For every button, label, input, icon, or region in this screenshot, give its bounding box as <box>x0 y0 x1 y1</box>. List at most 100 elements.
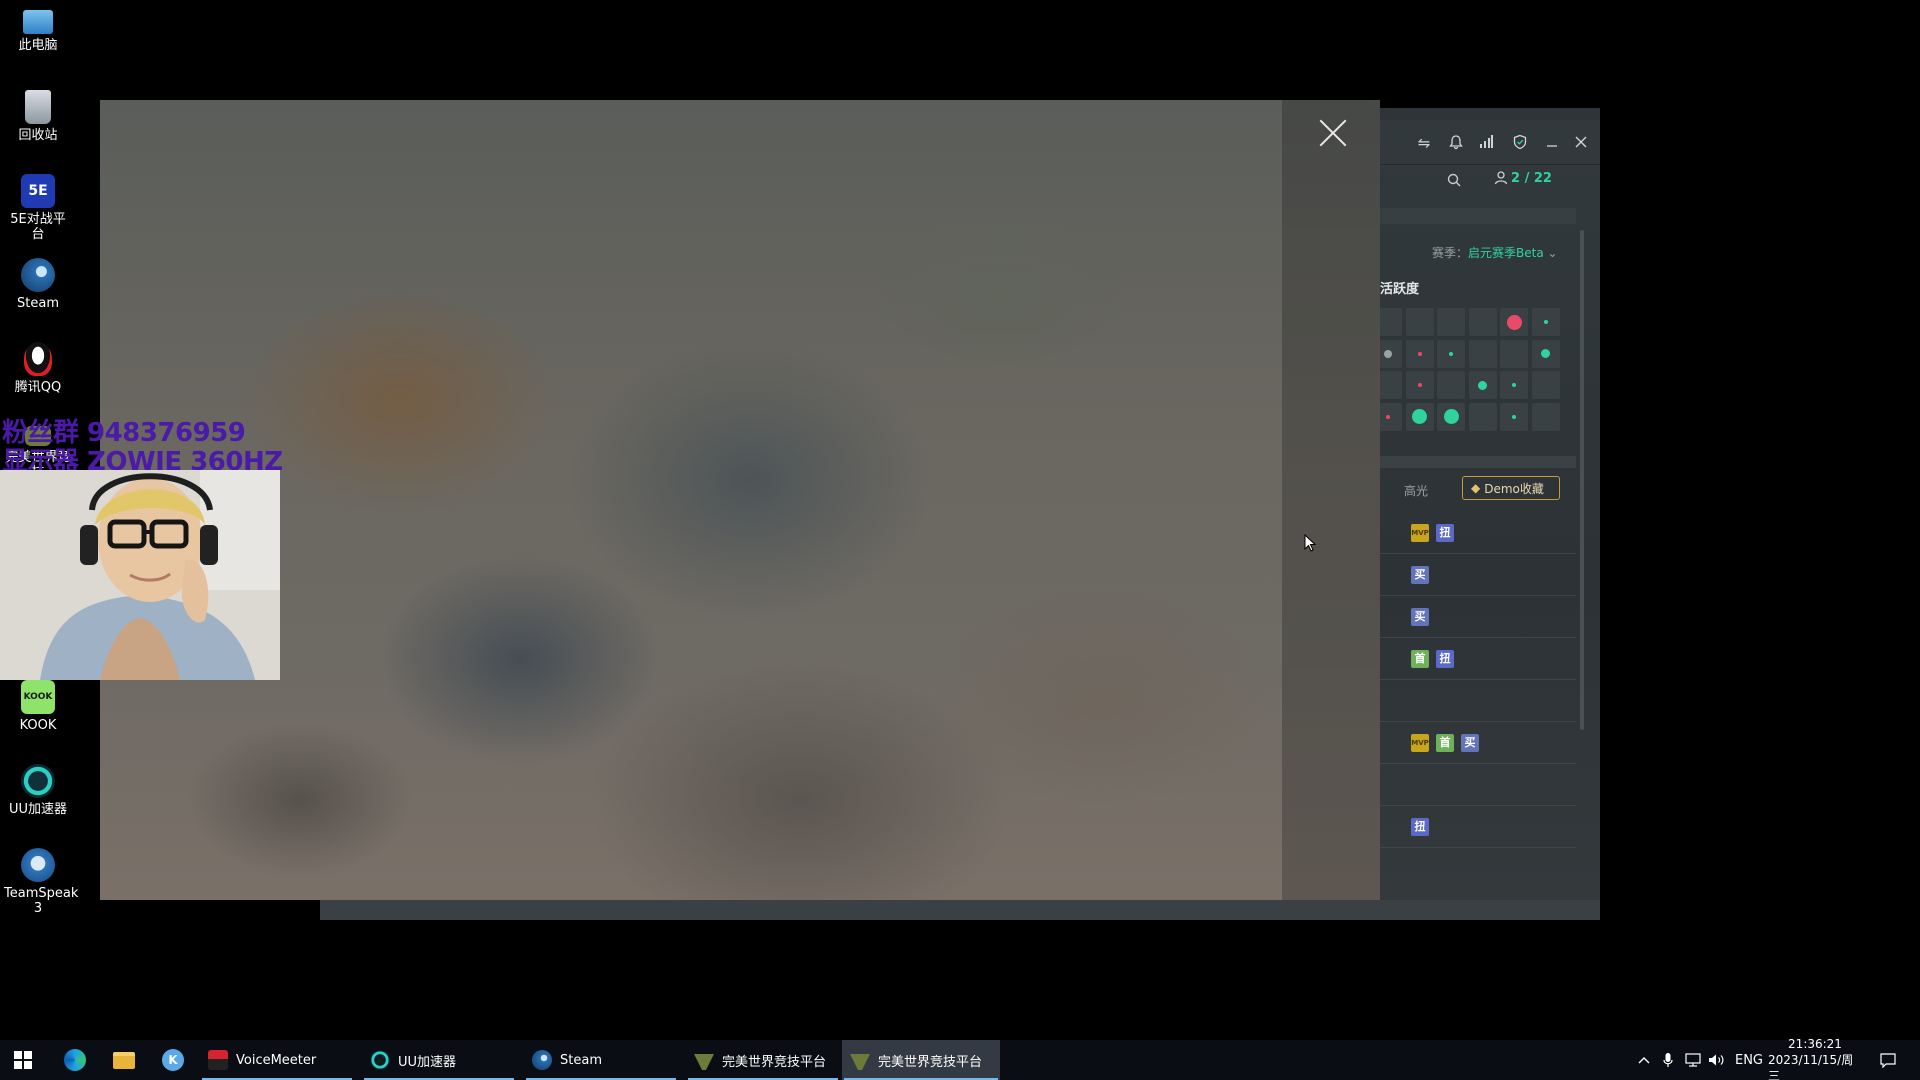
shield-check-icon[interactable] <box>1511 134 1529 152</box>
taskbar-app-label: UU加速器 <box>398 1054 457 1070</box>
match-badge-green: 首 <box>1436 734 1454 752</box>
recycle-bin-icon <box>25 90 51 124</box>
match-row[interactable]: 首扭 <box>1380 639 1576 679</box>
heatmap-cell[interactable] <box>1468 339 1497 368</box>
match-badge-slate: 买 <box>1411 608 1429 626</box>
match-row-divider <box>1380 679 1576 680</box>
heatmap-dot <box>1412 409 1427 424</box>
heatmap-dot <box>1384 349 1392 358</box>
scrollbar[interactable] <box>1580 230 1584 730</box>
kook-taskbar-button[interactable]: K <box>160 1040 186 1080</box>
user-icon <box>1494 171 1508 185</box>
tray-overflow-chevron-up-icon[interactable] <box>1634 1040 1654 1080</box>
match-row-divider <box>1380 805 1576 806</box>
blurred-video-preview <box>100 100 1380 900</box>
heatmap-cell[interactable] <box>1531 339 1560 368</box>
heatmap-cell[interactable] <box>1500 339 1528 368</box>
desktop-icon-label: UU加速器 <box>8 802 68 817</box>
match-row[interactable]: MVP 首买 <box>1380 723 1576 763</box>
heatmap-cell[interactable] <box>1405 402 1434 431</box>
heatmap-dot <box>1512 383 1516 387</box>
heatmap-cell[interactable] <box>1405 371 1434 399</box>
microphone-icon[interactable] <box>1658 1040 1678 1080</box>
heatmap-dot <box>1506 314 1522 330</box>
heatmap-cell[interactable] <box>1437 339 1465 368</box>
heatmap-dot <box>1417 351 1422 356</box>
heatmap-cell[interactable] <box>1405 308 1434 336</box>
heatmap-dot <box>1386 414 1390 419</box>
switch-icon[interactable]: ⇋ <box>1415 134 1433 152</box>
qq-icon <box>24 342 52 376</box>
heatmap-cell[interactable] <box>1437 308 1465 336</box>
season-selector[interactable]: 赛季：启元赛季Beta ⌄ <box>1432 244 1558 261</box>
desktop: 此电脑 回收站 5E 5E对战平台 Steam 腾讯QQ 完美世界竞技 KOOK… <box>0 0 1920 1080</box>
tab-demo-collection[interactable]: ◆ Demo收藏 <box>1462 476 1560 500</box>
desktop-icon-kook[interactable]: KOOK KOOK <box>4 680 72 733</box>
taskbar-app-perfect-world-1[interactable]: 完美世界竞技平台 <box>686 1040 840 1080</box>
taskbar-app-uu[interactable]: UU加速器 <box>362 1040 516 1080</box>
match-row[interactable]: 买 <box>1380 597 1576 637</box>
match-row[interactable] <box>1380 681 1576 721</box>
match-badge-slate: 买 <box>1461 734 1479 752</box>
taskbar-app-voicemeeter[interactable]: VoiceMeeter <box>200 1040 354 1080</box>
match-row[interactable] <box>1380 765 1576 805</box>
edge-button[interactable] <box>62 1040 88 1080</box>
5e-platform-icon: 5E <box>21 174 55 208</box>
video-close-icon[interactable] <box>1318 118 1348 148</box>
heatmap-cell[interactable] <box>1500 371 1528 399</box>
app-window-bottom-strip <box>320 900 1600 920</box>
match-row[interactable]: 扭 <box>1380 807 1576 847</box>
desktop-icon-label: 此电脑 <box>18 38 58 53</box>
heatmap-cell[interactable] <box>1531 371 1560 399</box>
heatmap-cell[interactable] <box>1531 402 1560 431</box>
heatmap-cell[interactable] <box>1500 402 1528 431</box>
desktop-icon-uu[interactable]: UU加速器 <box>4 764 72 817</box>
heatmap-cell[interactable] <box>1468 308 1497 336</box>
search-icon[interactable] <box>1446 172 1462 192</box>
close-icon[interactable] <box>1572 134 1590 152</box>
match-badge-green: 首 <box>1411 650 1429 668</box>
match-badge-mvp: MVP <box>1411 524 1429 542</box>
heatmap-cell[interactable] <box>1437 402 1465 431</box>
heatmap-cell[interactable] <box>1405 339 1434 368</box>
heatmap-cell[interactable] <box>1531 308 1560 336</box>
input-language[interactable]: ENG <box>1732 1040 1766 1080</box>
file-explorer-button[interactable] <box>111 1040 137 1080</box>
panel-band <box>1380 456 1576 468</box>
perfect-world-icon <box>694 1054 714 1070</box>
desktop-icon-recycle-bin[interactable]: 回收站 <box>4 90 72 143</box>
match-badge-blue: 扭 <box>1436 650 1454 668</box>
heatmap-cell[interactable] <box>1437 371 1465 399</box>
desktop-icon-steam[interactable]: Steam <box>4 258 72 311</box>
taskbar-app-perfect-world-2[interactable]: 完美世界竞技平台 <box>842 1040 1000 1080</box>
taskbar-app-steam[interactable]: Steam <box>524 1040 678 1080</box>
match-row[interactable]: MVP 扭 <box>1380 513 1576 553</box>
activity-title: 活跃度 <box>1380 282 1420 297</box>
taskbar-app-label: Steam <box>560 1052 602 1068</box>
bell-icon[interactable] <box>1447 134 1465 152</box>
clock[interactable]: 21:36:21 2023/11/15/周三 <box>1768 1037 1862 1080</box>
volume-icon[interactable] <box>1706 1040 1728 1080</box>
heatmap-cell[interactable] <box>1468 402 1497 431</box>
notification-icon[interactable] <box>1876 1040 1900 1080</box>
desktop-icon-this-pc[interactable]: 此电脑 <box>4 6 72 53</box>
match-row[interactable]: 买 <box>1380 555 1576 595</box>
desktop-icon-5e[interactable]: 5E 5E对战平台 <box>4 174 72 242</box>
uu-accelerator-icon <box>21 764 55 798</box>
heatmap-dot <box>1443 409 1459 424</box>
signal-icon[interactable] <box>1477 134 1495 152</box>
network-icon[interactable] <box>1682 1040 1704 1080</box>
heatmap-cell[interactable] <box>1468 371 1497 399</box>
start-button[interactable] <box>10 1040 36 1080</box>
desktop-icon-teamspeak[interactable]: TeamSpeak 3 <box>4 848 78 916</box>
match-badge-slate: 买 <box>1411 566 1429 584</box>
steam-icon <box>21 258 55 292</box>
chevron-down-icon: ⌄ <box>1547 246 1558 260</box>
minimize-icon[interactable] <box>1543 134 1561 152</box>
online-counter[interactable]: 2 / 22 <box>1494 170 1552 186</box>
heatmap-cell[interactable] <box>1500 308 1528 336</box>
heatmap-dot <box>1541 349 1550 358</box>
tab-highlights[interactable]: 高光 <box>1404 482 1428 499</box>
streamer-image <box>0 470 280 680</box>
desktop-icon-qq[interactable]: 腾讯QQ <box>4 342 72 395</box>
